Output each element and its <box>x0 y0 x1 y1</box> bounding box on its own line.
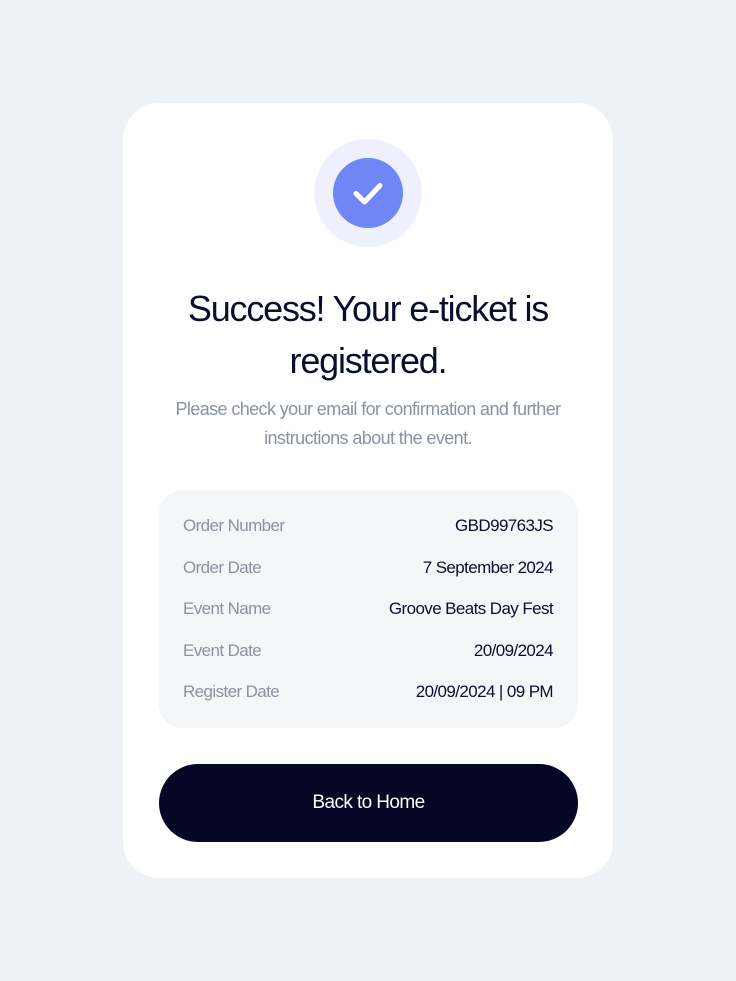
detail-row-event-name: Event Name Groove Beats Day Fest <box>183 597 554 621</box>
detail-label: Order Number <box>183 516 285 535</box>
detail-value: 20/09/2024 | 09 PM <box>415 682 554 701</box>
detail-value: 7 September 2024 <box>422 558 554 577</box>
detail-row-order-date: Order Date 7 September 2024 <box>183 556 554 580</box>
check-icon <box>333 158 403 228</box>
detail-value: GBD99763JS <box>455 516 554 535</box>
success-card: Success! Your e-ticket is registered. Pl… <box>123 103 613 878</box>
success-badge <box>314 139 422 247</box>
detail-label: Register Date <box>183 682 280 701</box>
detail-label: Order Date <box>183 558 262 577</box>
detail-row-register-date: Register Date 20/09/2024 | 09 PM <box>183 680 554 704</box>
detail-label: Event Name <box>183 599 271 618</box>
detail-label: Event Date <box>183 641 262 660</box>
success-title: Success! Your e-ticket is registered. <box>163 283 573 387</box>
detail-value: Groove Beats Day Fest <box>388 599 554 618</box>
title-line-1: Success! Your e-ticket is <box>187 288 549 329</box>
detail-row-order-number: Order Number GBD99763JS <box>183 514 554 538</box>
back-to-home-button[interactable]: Back to Home <box>159 764 578 842</box>
title-line-2: registered. <box>289 340 448 381</box>
subtitle-line-1: Please check your email for confirmation… <box>175 399 562 419</box>
detail-value: 20/09/2024 <box>473 641 554 660</box>
order-details-panel: Order Number GBD99763JS Order Date 7 Sep… <box>159 490 578 728</box>
success-subtitle: Please check your email for confirmation… <box>153 395 583 453</box>
subtitle-line-2: instructions about the event. <box>264 428 472 448</box>
detail-row-event-date: Event Date 20/09/2024 <box>183 639 554 663</box>
